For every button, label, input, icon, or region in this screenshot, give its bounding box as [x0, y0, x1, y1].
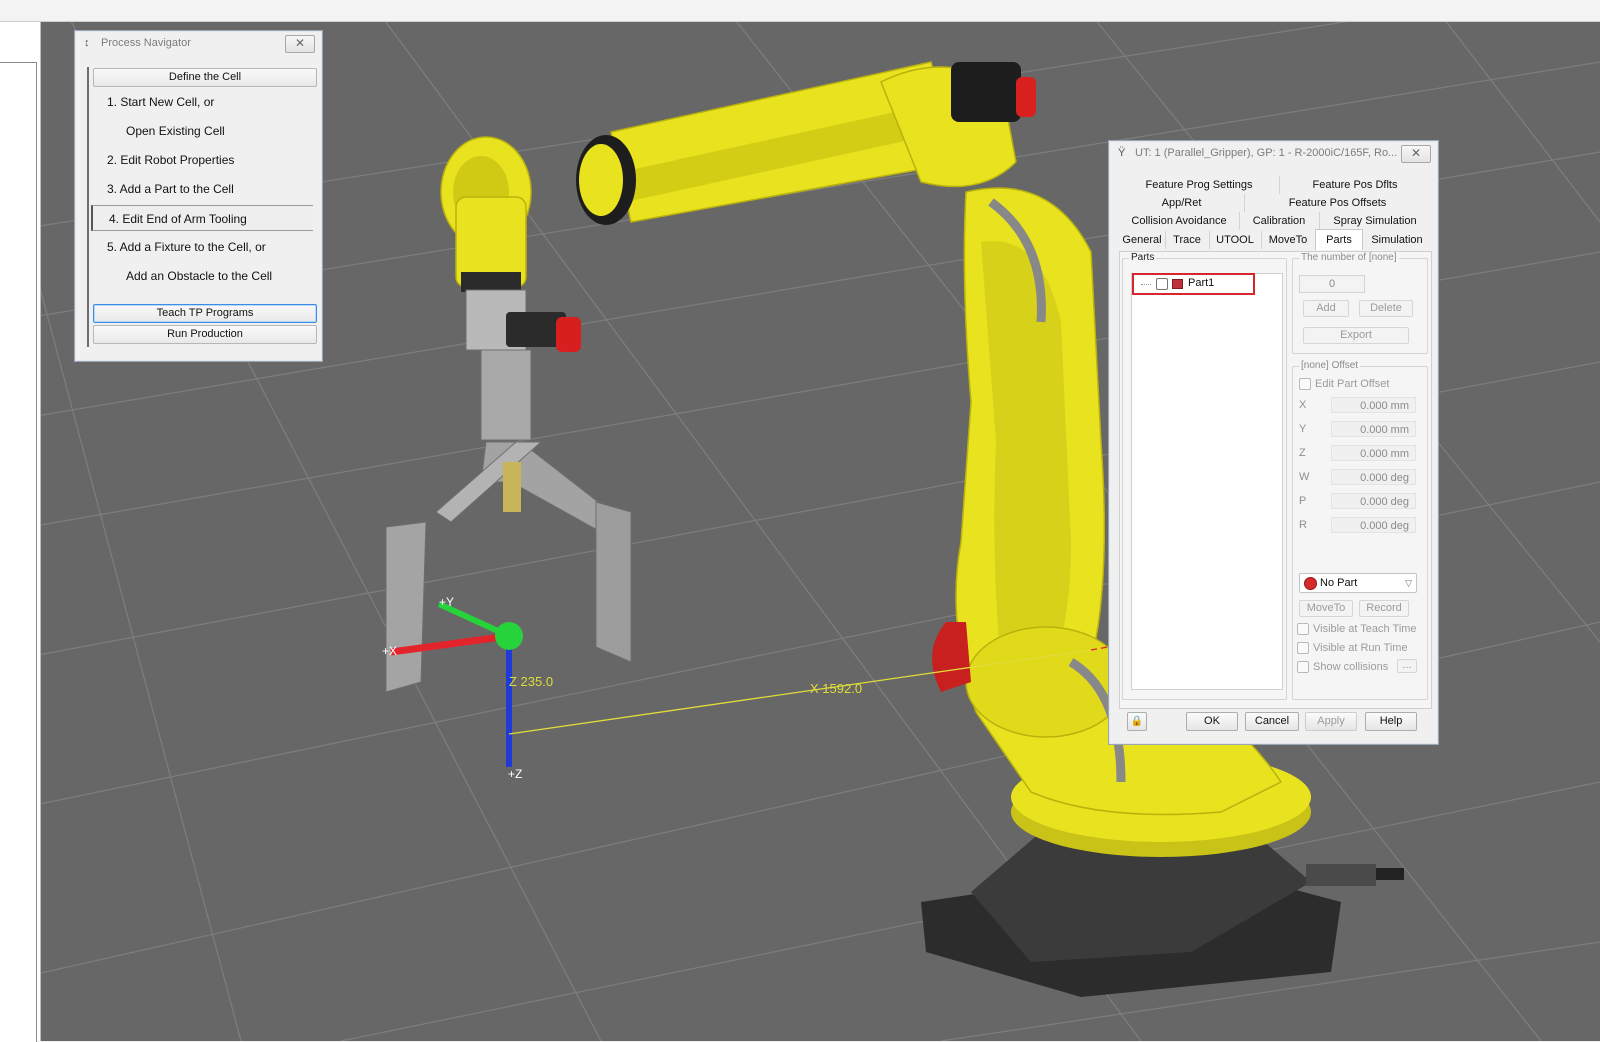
tab-row-4: General Trace UTOOL MoveTo Parts Simulat… [1119, 229, 1431, 250]
process-navigator-window: ↕ Process Navigator ✕ Define the Cell 1.… [74, 30, 323, 362]
part-offset-group-label: [none] Offset [1299, 360, 1361, 372]
offset-r-field[interactable]: 0.000 deg [1331, 517, 1416, 533]
show-collisions-checkbox[interactable]: Show collisions [1297, 661, 1388, 674]
cancel-button[interactable]: Cancel [1245, 712, 1299, 731]
parts-tab-panel: Parts Part1 The number of [none] 0 Add D… [1119, 251, 1432, 709]
part-count-group: The number of [none] 0 Add Delete Export [1292, 252, 1428, 354]
offset-row-z: Z 0.000 mm [1293, 445, 1423, 463]
utool-properties-window: Ÿ UT: 1 (Parallel_Gripper), GP: 1 - R-20… [1108, 140, 1439, 745]
offset-z-label: Z [1299, 447, 1306, 459]
offset-y-field[interactable]: 0.000 mm [1331, 421, 1416, 437]
offset-y-label: Y [1299, 423, 1307, 435]
visible-run-checkbox[interactable]: Visible at Run Time [1297, 642, 1408, 655]
lock-icon[interactable]: 🔒 [1127, 712, 1147, 731]
tab-general[interactable]: General [1119, 231, 1166, 249]
run-production-button[interactable]: Run Production [93, 325, 317, 344]
offset-p-label: P [1299, 495, 1307, 507]
tab-moveto[interactable]: MoveTo [1261, 231, 1316, 249]
define-cell-button[interactable]: Define the Cell [93, 68, 317, 87]
parts-group: Parts Part1 [1122, 252, 1287, 700]
tab-row-1: Feature Prog Settings Feature Pos Dflts [1119, 176, 1431, 194]
close-icon[interactable]: ✕ [1401, 145, 1431, 163]
tab-calibration[interactable]: Calibration [1239, 212, 1320, 230]
part1-label: Part1 [1188, 277, 1215, 289]
step-edit-eoat[interactable]: 4. Edit End of Arm Tooling [91, 205, 313, 231]
part-count-field: 0 [1299, 275, 1365, 293]
tab-parts[interactable]: Parts [1315, 229, 1363, 250]
parts-group-label: Parts [1129, 252, 1157, 264]
tree-connector [1141, 284, 1151, 285]
axis-z-label: +Z [508, 767, 522, 781]
z-readout: Z 235.0 [509, 674, 553, 689]
part1-checkbox[interactable] [1156, 278, 1168, 290]
visible-teach-checkbox[interactable]: Visible at Teach Time [1297, 623, 1417, 636]
parts-tree[interactable]: Part1 [1131, 273, 1283, 690]
ok-button[interactable]: OK [1186, 712, 1238, 731]
record-button[interactable]: Record [1359, 600, 1409, 617]
offset-z-field[interactable]: 0.000 mm [1331, 445, 1416, 461]
offset-row-w: W 0.000 deg [1293, 469, 1423, 487]
axis-y-label: +Y [439, 595, 454, 609]
moveto-button[interactable]: MoveTo [1299, 600, 1353, 617]
offset-r-label: R [1299, 519, 1307, 531]
tree-item-part1[interactable]: Part1 [1132, 273, 1255, 295]
offset-row-x: X 0.000 mm [1293, 397, 1423, 415]
tab-feature-prog-settings[interactable]: Feature Prog Settings [1119, 176, 1280, 194]
tab-row-3: Collision Avoidance Calibration Spray Si… [1119, 212, 1431, 230]
tab-collision-avoidance[interactable]: Collision Avoidance [1119, 212, 1240, 230]
process-navigator-steps: Define the Cell 1. Start New Cell, or Op… [87, 67, 317, 347]
offset-row-r: R 0.000 deg [1293, 517, 1423, 535]
step-start-new-cell[interactable]: 1. Start New Cell, or [91, 89, 313, 115]
delete-part-button[interactable]: Delete [1359, 300, 1413, 317]
offset-w-label: W [1299, 471, 1310, 483]
tab-spray-simulation[interactable]: Spray Simulation [1319, 212, 1431, 230]
left-panel [0, 22, 41, 1042]
part-select-value: No Part [1320, 577, 1358, 589]
help-button[interactable]: Help [1365, 712, 1417, 731]
part-icon [1172, 279, 1183, 289]
offset-x-field[interactable]: 0.000 mm [1331, 397, 1416, 413]
x-readout: X 1592.0 [810, 681, 862, 696]
step-add-obstacle[interactable]: Add an Obstacle to the Cell [91, 263, 313, 289]
tab-row-2: App/Ret Feature Pos Offsets [1119, 194, 1431, 212]
tab-utool[interactable]: UTOOL [1209, 231, 1262, 249]
tab-feature-pos-offsets[interactable]: Feature Pos Offsets [1244, 194, 1431, 212]
axis-x-label: +X [382, 644, 397, 658]
offset-p-field[interactable]: 0.000 deg [1331, 493, 1416, 509]
tab-simulation[interactable]: Simulation [1363, 231, 1431, 249]
edit-part-offset-checkbox[interactable]: Edit Part Offset [1299, 378, 1389, 391]
step-add-fixture[interactable]: 5. Add a Fixture to the Cell, or [91, 234, 313, 260]
export-part-button[interactable]: Export [1303, 327, 1409, 344]
no-part-icon [1304, 577, 1317, 590]
offset-row-y: Y 0.000 mm [1293, 421, 1423, 439]
close-icon[interactable]: ✕ [285, 35, 315, 53]
utool-titlebar[interactable]: Ÿ UT: 1 (Parallel_Gripper), GP: 1 - R-20… [1109, 141, 1405, 165]
apply-button[interactable]: Apply [1305, 712, 1357, 731]
left-panel-frame [0, 62, 37, 1042]
tab-trace[interactable]: Trace [1165, 231, 1210, 249]
chevron-down-icon: ▽ [1405, 578, 1412, 588]
teach-tp-programs-button[interactable]: Teach TP Programs [93, 304, 317, 323]
part-offset-group: [none] Offset Edit Part Offset X 0.000 mm… [1292, 360, 1428, 700]
step-add-part[interactable]: 3. Add a Part to the Cell [91, 176, 313, 202]
tab-app-ret[interactable]: App/Ret [1119, 194, 1245, 212]
tab-feature-pos-dflts[interactable]: Feature Pos Dflts [1279, 176, 1431, 194]
collision-options-button[interactable]: ... [1397, 659, 1417, 673]
offset-row-p: P 0.000 deg [1293, 493, 1423, 511]
process-navigator-title: Process Navigator [101, 37, 191, 49]
step-open-existing-cell[interactable]: Open Existing Cell [91, 118, 313, 144]
top-toolbar [0, 0, 1600, 22]
add-part-button[interactable]: Add [1303, 300, 1349, 317]
navigator-icon: ↕ [84, 37, 90, 49]
offset-w-field[interactable]: 0.000 deg [1331, 469, 1416, 485]
part-count-group-label: The number of [none] [1299, 252, 1399, 264]
tool-icon: Ÿ [1118, 147, 1126, 159]
step-edit-robot-properties[interactable]: 2. Edit Robot Properties [91, 147, 313, 173]
part-select-dropdown[interactable]: No Part ▽ [1299, 573, 1417, 593]
offset-x-label: X [1299, 399, 1307, 411]
utool-title: UT: 1 (Parallel_Gripper), GP: 1 - R-2000… [1135, 147, 1398, 159]
